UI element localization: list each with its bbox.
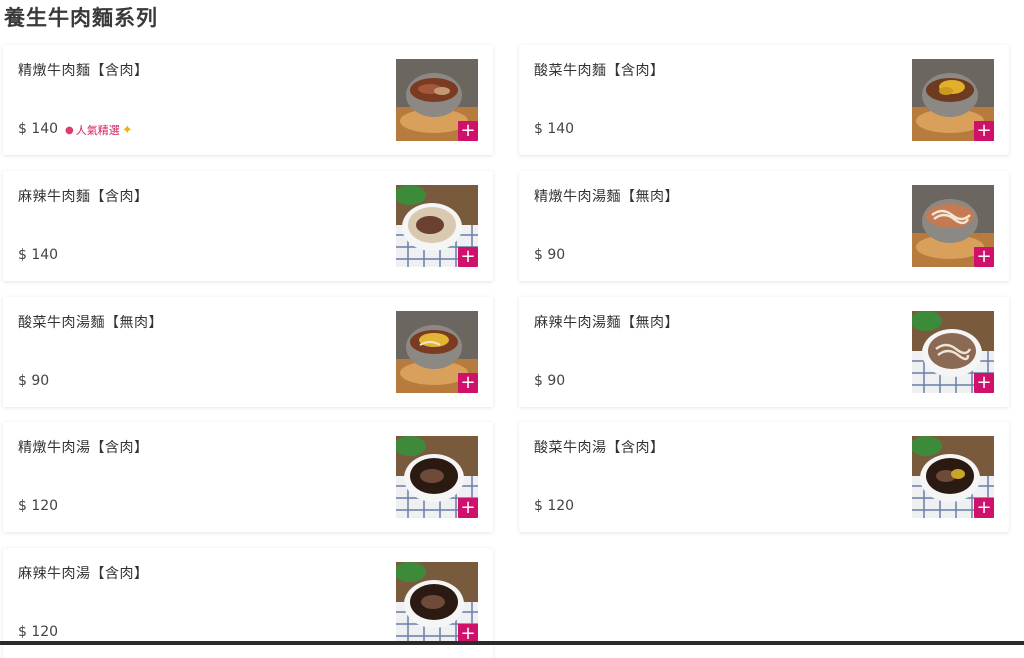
menu-item-card[interactable]: 酸菜牛肉湯【含肉】 $ 120 +: [519, 422, 1009, 532]
section-title: 養生牛肉麵系列: [4, 6, 158, 30]
menu-item-card[interactable]: 麻辣牛肉湯麵【無肉】 $ 90 +: [519, 297, 1009, 407]
badge-label: 人氣精選: [75, 124, 120, 137]
item-photo: +: [396, 436, 478, 518]
menu-item-card[interactable]: 酸菜牛肉麵【含肉】 $ 140 +: [519, 45, 1009, 155]
menu-item-card[interactable]: 酸菜牛肉湯麵【無肉】 $ 90 +: [3, 297, 493, 407]
item-name: 精燉牛肉湯麵【無肉】: [534, 189, 679, 205]
item-photo: +: [912, 185, 994, 267]
item-name: 酸菜牛肉湯【含肉】: [534, 440, 665, 456]
item-name: 酸菜牛肉湯麵【無肉】: [18, 315, 163, 331]
item-name: 精燉牛肉麵【含肉】: [18, 63, 149, 79]
flame-icon: ●: [65, 124, 74, 136]
item-photo: +: [912, 436, 994, 518]
item-price: $ 90: [534, 247, 566, 263]
item-price: $ 120: [18, 498, 59, 514]
menu-item-card[interactable]: 麻辣牛肉麵【含肉】 $ 140 +: [3, 171, 493, 281]
add-to-cart-button[interactable]: +: [458, 121, 478, 141]
item-price: $ 90: [534, 373, 566, 389]
item-photo: +: [912, 59, 994, 141]
sparkle-icon: ✦: [121, 122, 133, 138]
menu-item-card[interactable]: 精燉牛肉湯麵【無肉】 $ 90 +: [519, 171, 1009, 281]
item-price: $ 120: [534, 498, 575, 514]
bottom-scroll-bar: [0, 641, 1024, 645]
add-to-cart-button[interactable]: +: [974, 498, 994, 518]
add-to-cart-button[interactable]: +: [974, 247, 994, 267]
item-photo: +: [396, 562, 478, 644]
add-to-cart-button[interactable]: +: [974, 373, 994, 393]
item-price: $ 90: [18, 373, 50, 389]
menu-item-card[interactable]: 精燉牛肉麵【含肉】 $ 140 ● 人氣精選 ✦ +: [3, 45, 493, 155]
item-name: 麻辣牛肉麵【含肉】: [18, 189, 149, 205]
popular-badge: ● 人氣精選 ✦: [65, 122, 133, 138]
item-price: $ 140: [18, 121, 59, 137]
add-to-cart-button[interactable]: +: [974, 121, 994, 141]
add-to-cart-button[interactable]: +: [458, 498, 478, 518]
menu-item-card[interactable]: 精燉牛肉湯【含肉】 $ 120 +: [3, 422, 493, 532]
add-to-cart-button[interactable]: +: [458, 247, 478, 267]
item-name: 麻辣牛肉湯麵【無肉】: [534, 315, 679, 331]
item-name: 麻辣牛肉湯【含肉】: [18, 566, 149, 582]
item-photo: +: [396, 311, 478, 393]
item-photo: +: [396, 185, 478, 267]
add-to-cart-button[interactable]: +: [458, 373, 478, 393]
item-price: $ 140: [18, 247, 59, 263]
item-name: 精燉牛肉湯【含肉】: [18, 440, 149, 456]
item-price: $ 120: [18, 624, 59, 640]
item-price: $ 140: [534, 121, 575, 137]
item-name: 酸菜牛肉麵【含肉】: [534, 63, 665, 79]
item-photo: +: [912, 311, 994, 393]
item-photo: +: [396, 59, 478, 141]
